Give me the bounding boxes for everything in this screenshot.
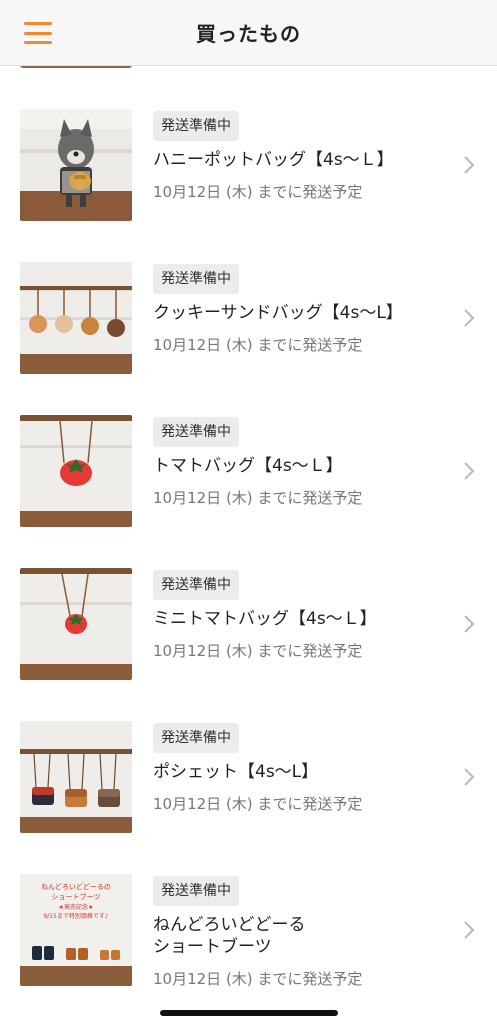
tomato-bag-image (20, 415, 132, 527)
shipping-due-date: 10月12日 (木) までに発送予定 (153, 970, 363, 988)
order-item[interactable]: 発送準備中 トマトバッグ【4s～Ｌ】 10月12日 (木) までに発送予定 (0, 415, 497, 568)
status-badge: 発送準備中 (153, 723, 239, 753)
order-item[interactable]: 発送準備中 ミニトマトバッグ【4s～Ｌ】 10月12日 (木) までに発送予定 (0, 568, 497, 721)
app-header: 買ったもの (0, 0, 497, 66)
product-title: トマトバッグ【4s～Ｌ】 (153, 456, 343, 476)
status-badge: 発送準備中 (153, 570, 239, 600)
mini-tomato-bag-image (20, 568, 132, 680)
product-title: クッキーサンドバッグ【4s～L】 (153, 303, 403, 323)
product-thumbnail (20, 109, 132, 221)
page-title: 買ったもの (196, 22, 301, 46)
order-item[interactable]: 発送準備中 ポシェット【4s～L】 10月12日 (木) までに発送予定 (0, 721, 497, 874)
product-thumbnail (20, 415, 132, 527)
shipping-due-date: 10月12日 (木) までに発送予定 (153, 336, 363, 354)
product-title: ミニトマトバッグ【4s～Ｌ】 (153, 609, 377, 629)
short-boots-image: ねんどろいどどーるの ショートブーツ ★発売記念★ 9/15まで特別価格です♪ (20, 874, 132, 986)
status-badge: 発送準備中 (153, 264, 239, 294)
home-indicator[interactable] (160, 1010, 338, 1016)
chevron-right-icon (463, 920, 475, 940)
chevron-right-icon (463, 614, 475, 634)
product-title: ねんどろいどどーる ショートブーツ (153, 915, 306, 957)
status-badge: 発送準備中 (153, 111, 239, 141)
status-badge: 発送準備中 (153, 876, 239, 906)
honey-pot-bag-image (20, 109, 132, 221)
shipping-due-date: 10月12日 (木) までに発送予定 (153, 795, 363, 813)
cookie-sand-bag-image (20, 262, 132, 374)
chevron-right-icon (463, 308, 475, 328)
shipping-due-date: 10月12日 (木) までに発送予定 (153, 183, 363, 201)
home-indicator-area (0, 1004, 497, 1024)
thumb-caption-line: ショートブーツ (52, 892, 101, 901)
order-item[interactable]: 発送準備中 ハニーポットバッグ【4s～Ｌ】 10月12日 (木) までに発送予定 (0, 109, 497, 262)
order-item[interactable]: ねんどろいどどーるの ショートブーツ ★発売記念★ 9/15まで特別価格です♪ … (0, 874, 497, 1024)
app-root: 買ったもの 発送準備中 ハニーポットバッグ【4s～Ｌ】 10月12日 (木) ま… (0, 0, 497, 1024)
chevron-right-icon (463, 155, 475, 175)
pochette-image (20, 721, 132, 833)
product-thumbnail: ねんどろいどどーるの ショートブーツ ★発売記念★ 9/15まで特別価格です♪ (20, 874, 132, 986)
status-badge: 発送準備中 (153, 417, 239, 447)
product-thumbnail (20, 721, 132, 833)
chevron-right-icon (463, 461, 475, 481)
product-title: ポシェット【4s～L】 (153, 762, 319, 782)
shipping-due-date: 10月12日 (木) までに発送予定 (153, 489, 363, 507)
product-thumbnail (20, 262, 132, 374)
product-title: ハニーポットバッグ【4s～Ｌ】 (153, 150, 394, 170)
thumb-caption-line: ★発売記念★ (59, 903, 94, 911)
order-item[interactable]: 発送準備中 クッキーサンドバッグ【4s～L】 10月12日 (木) までに発送予… (0, 262, 497, 415)
thumb-caption-line: 9/15まで特別価格です♪ (43, 912, 108, 920)
product-thumbnail (20, 568, 132, 680)
chevron-right-icon (463, 767, 475, 787)
shipping-due-date: 10月12日 (木) までに発送予定 (153, 642, 363, 660)
thumb-caption-line: ねんどろいどどーるの (41, 883, 111, 891)
hamburger-menu-icon[interactable] (24, 22, 52, 44)
